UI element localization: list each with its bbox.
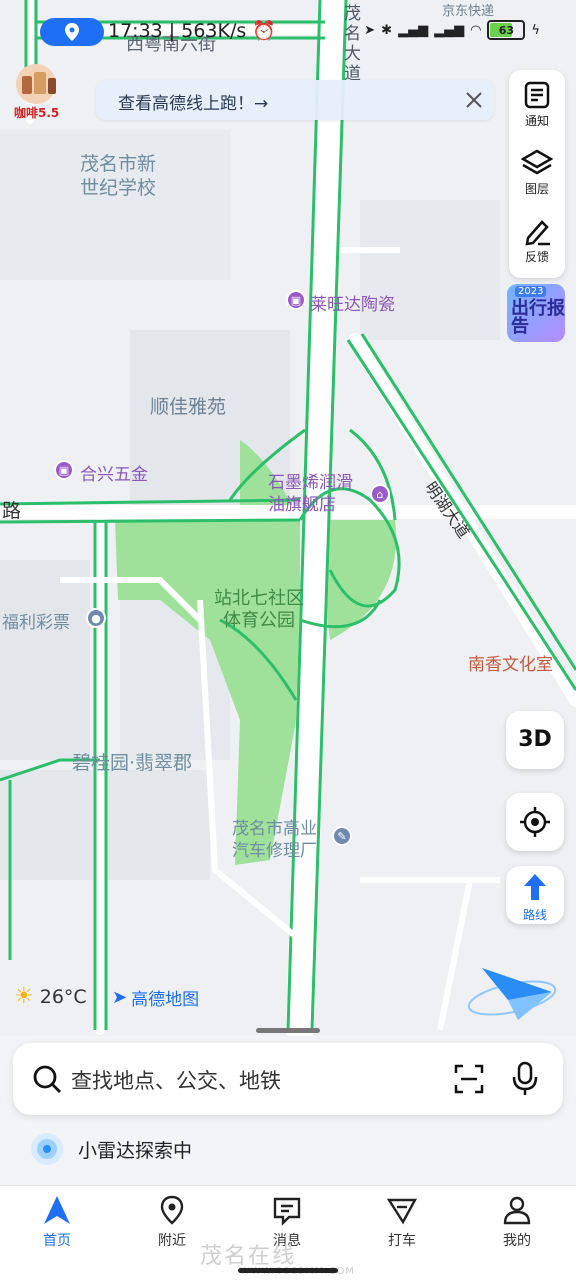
radar-icon — [31, 1133, 63, 1165]
bluetooth-icon: ✱ — [381, 22, 393, 38]
report-text: 出行报告 — [511, 298, 565, 337]
location-sharing-pill[interactable] — [40, 18, 104, 46]
layers-button[interactable]: 图层 — [509, 138, 565, 204]
locate-button[interactable] — [506, 793, 564, 851]
3d-toggle-button[interactable]: 3D — [506, 711, 564, 769]
wrench-pin-icon[interactable]: ✎ — [332, 826, 352, 846]
shop-pin-icon[interactable]: ▣ — [54, 460, 74, 480]
status-icons: ➤ ✱ ▂▄▆ ▂▄▆ ◠ 63 ϟ — [364, 20, 540, 40]
search-input[interactable]: 查找地点、公交、地铁 — [71, 1065, 281, 1095]
poi-repair[interactable]: 茂名市高业 汽车修理厂 — [232, 818, 317, 862]
poi-biguiyuan[interactable]: 碧桂园·翡翠郡 — [72, 748, 192, 775]
charging-icon: ϟ — [531, 22, 540, 38]
location-pin-icon — [65, 23, 79, 41]
nearby-pin-icon — [160, 1195, 184, 1225]
scan-icon[interactable] — [453, 1063, 485, 1095]
battery-icon: 63 — [487, 20, 526, 40]
home-arrow-icon — [44, 1196, 70, 1224]
poi-shimo[interactable]: 石墨烯润滑 油旗舰店 — [268, 472, 353, 516]
poi-school[interactable]: 茂名市新 世纪学校 — [80, 152, 156, 200]
battery-level: 63 — [498, 23, 515, 37]
notify-button[interactable]: 通知 — [509, 70, 565, 136]
travel-report-badge[interactable]: 2023 出行报告 — [507, 284, 565, 342]
coffee-cups-icon — [16, 64, 56, 104]
network-speed: 563K/s — [181, 20, 247, 42]
promo-text: 咖啡5.5 — [14, 106, 60, 120]
brand-name: 高德地图 — [131, 990, 200, 1010]
tab-label: 我的 — [503, 1233, 531, 1249]
cart-pin-icon[interactable]: ⌂ — [370, 484, 390, 504]
wifi-icon: ◠ — [470, 22, 482, 38]
signal-icon: ▂▄▆ — [398, 22, 429, 38]
pin-icon[interactable]: ● — [86, 608, 106, 628]
feedback-pen-icon — [525, 220, 550, 246]
gesture-bar[interactable] — [238, 1268, 338, 1273]
tab-home[interactable]: 首页 — [12, 1194, 102, 1250]
status-bar: 17:33 | 563K/s ⏰ ➤ ✱ ▂▄▆ ▂▄▆ ◠ 63 ϟ — [0, 0, 576, 64]
radar-text: 小雷达探索中 — [78, 1139, 193, 1162]
amap-logo-icon: ➤ — [112, 987, 128, 1008]
notice-banner[interactable]: 查看高德线上跑！→ — [96, 80, 494, 120]
taxi-icon — [386, 1198, 418, 1225]
route-arrow-icon — [524, 874, 546, 900]
tab-label: 打车 — [388, 1233, 416, 1249]
promo-badge[interactable]: 咖啡5.5 — [10, 62, 72, 122]
notify-label: 通知 — [524, 114, 549, 128]
route-label: 路线 — [522, 908, 547, 922]
route-button[interactable]: 路线 — [506, 866, 564, 924]
poi-fuli[interactable]: 福利彩票 — [2, 608, 70, 633]
report-year: 2023 — [515, 286, 547, 297]
crosshair-icon — [520, 807, 550, 837]
poi-nanxiang[interactable]: 南香文化室 — [468, 650, 553, 675]
sheet-drag-handle[interactable] — [256, 1028, 320, 1033]
status-time: 17:33 | 563K/s ⏰ — [108, 20, 276, 42]
poi-laiwangda[interactable]: 莱旺达陶瓷 — [310, 290, 395, 315]
feedback-label: 反馈 — [524, 250, 549, 264]
tab-label: 首页 — [43, 1233, 71, 1249]
radar-status[interactable]: 小雷达探索中 — [30, 1132, 192, 1166]
close-icon[interactable] — [462, 88, 486, 112]
clock-text: 17:33 — [108, 20, 163, 42]
banner-text[interactable]: 查看高德线上跑！→ — [118, 89, 268, 114]
message-icon — [273, 1197, 301, 1226]
paper-plane-icon[interactable] — [462, 958, 558, 1030]
tab-profile[interactable]: 我的 — [472, 1194, 562, 1250]
road-label-left: 路 — [2, 500, 22, 522]
microphone-icon[interactable] — [511, 1061, 539, 1097]
feedback-button[interactable]: 反馈 — [509, 206, 565, 272]
poi-hexing[interactable]: 合兴五金 — [80, 460, 148, 485]
search-bar[interactable]: 查找地点、公交、地铁 — [13, 1043, 563, 1115]
poi-shunjia[interactable]: 顺佳雅苑 — [150, 392, 226, 419]
layers-icon — [521, 149, 553, 175]
amap-logo: ➤ 高德地图 — [112, 985, 199, 1010]
layers-label: 图层 — [524, 182, 549, 196]
poi-park[interactable]: 站北七社区 体育公园 — [214, 588, 304, 632]
map-tool-panel: 通知 图层 反馈 — [509, 70, 565, 278]
weather-widget[interactable]: ☀ 26°C — [14, 984, 87, 1009]
sun-icon: ☀ — [14, 984, 34, 1009]
alarm-icon: ⏰ — [252, 20, 276, 42]
search-icon — [33, 1065, 61, 1093]
location-arrow-icon: ➤ — [364, 22, 376, 38]
weather-temp: 26°C — [39, 985, 87, 1008]
tab-taxi[interactable]: 打车 — [357, 1194, 447, 1250]
profile-icon — [503, 1196, 531, 1225]
notify-icon — [524, 81, 550, 109]
shop-pin-icon[interactable]: ▣ — [286, 290, 306, 310]
signal-icon: ▂▄▆ — [434, 22, 465, 38]
